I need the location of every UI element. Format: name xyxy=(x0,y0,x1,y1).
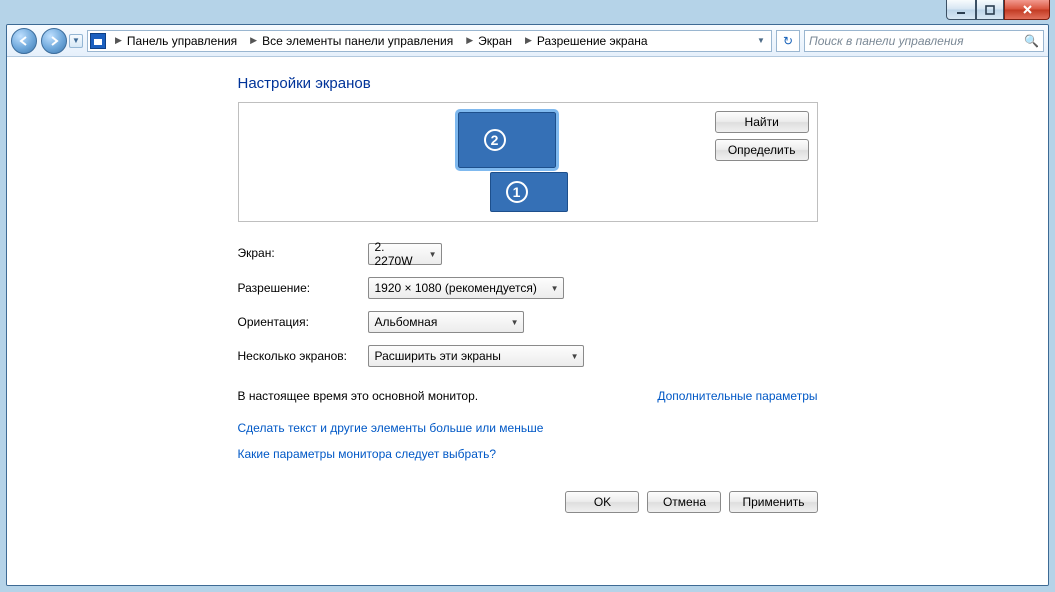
identify-button[interactable]: Определить xyxy=(715,139,809,161)
forward-button[interactable] xyxy=(41,28,67,54)
breadcrumb[interactable]: ▶Панель управления xyxy=(108,34,241,48)
monitor-number: 1 xyxy=(506,181,528,203)
explorer-window: ▼ ▶Панель управления ▶Все элементы панел… xyxy=(6,24,1049,586)
breadcrumb-label: Экран xyxy=(478,34,512,48)
chevron-down-icon: ▼ xyxy=(543,284,559,293)
breadcrumb-label: Разрешение экрана xyxy=(537,34,648,48)
settings-form: Экран: 2. 2270W▼ Разрешение: 1920 × 1080… xyxy=(238,240,818,367)
maximize-button[interactable] xyxy=(976,0,1004,20)
search-input[interactable]: Поиск в панели управления 🔍 xyxy=(804,30,1044,52)
breadcrumb[interactable]: ▶Все элементы панели управления xyxy=(243,34,457,48)
breadcrumb-label: Панель управления xyxy=(127,34,237,48)
toolbar: ▼ ▶Панель управления ▶Все элементы панел… xyxy=(7,25,1048,57)
control-panel-icon xyxy=(90,33,106,49)
arrow-left-icon xyxy=(18,35,30,47)
text-size-link[interactable]: Сделать текст и другие элементы больше и… xyxy=(238,421,818,435)
monitor-2[interactable]: 2 xyxy=(458,112,556,168)
multiple-displays-label: Несколько экранов: xyxy=(238,349,368,363)
address-bar[interactable]: ▶Панель управления ▶Все элементы панели … xyxy=(87,30,772,52)
breadcrumb-label: Все элементы панели управления xyxy=(262,34,453,48)
search-placeholder: Поиск в панели управления xyxy=(809,34,1024,48)
detect-button[interactable]: Найти xyxy=(715,111,809,133)
multiple-displays-select[interactable]: Расширить эти экраны▼ xyxy=(368,345,584,367)
chevron-down-icon: ▼ xyxy=(421,250,437,259)
monitor-number: 2 xyxy=(484,129,506,151)
close-icon xyxy=(1022,4,1033,15)
resolution-label: Разрешение: xyxy=(238,281,368,295)
refresh-button[interactable]: ↻ xyxy=(776,30,800,52)
window-controls xyxy=(946,0,1055,20)
primary-monitor-note: В настоящее время это основной монитор. xyxy=(238,389,479,403)
orientation-select[interactable]: Альбомная▼ xyxy=(368,311,524,333)
chevron-down-icon: ▼ xyxy=(563,352,579,361)
minimize-icon xyxy=(956,5,966,15)
refresh-icon: ↻ xyxy=(783,34,793,48)
advanced-settings-link[interactable]: Дополнительные параметры xyxy=(657,389,817,403)
monitor-1[interactable]: 1 xyxy=(490,172,568,212)
back-button[interactable] xyxy=(11,28,37,54)
page-title: Настройки экранов xyxy=(238,75,818,92)
content-area: Настройки экранов 2 1 Найти Определить xyxy=(7,57,1048,585)
history-dropdown-button[interactable]: ▼ xyxy=(69,34,83,48)
breadcrumb[interactable]: ▶Разрешение экрана xyxy=(518,34,652,48)
screen-select[interactable]: 2. 2270W▼ xyxy=(368,243,442,265)
close-button[interactable] xyxy=(1004,0,1050,20)
which-settings-link[interactable]: Какие параметры монитора следует выбрать… xyxy=(238,447,818,461)
search-icon: 🔍 xyxy=(1024,34,1039,48)
dialog-buttons: OK Отмена Применить xyxy=(238,491,818,513)
maximize-icon xyxy=(985,5,995,15)
address-dropdown-button[interactable]: ▼ xyxy=(753,31,769,51)
screen-label: Экран: xyxy=(238,246,368,260)
arrow-right-icon xyxy=(48,35,60,47)
cancel-button[interactable]: Отмена xyxy=(647,491,721,513)
orientation-label: Ориентация: xyxy=(238,315,368,329)
ok-button[interactable]: OK xyxy=(565,491,639,513)
breadcrumb[interactable]: ▶Экран xyxy=(459,34,516,48)
display-arrangement-panel[interactable]: 2 1 Найти Определить xyxy=(238,102,818,222)
resolution-select[interactable]: 1920 × 1080 (рекомендуется)▼ xyxy=(368,277,564,299)
monitor-layout: 2 1 xyxy=(448,112,608,212)
chevron-down-icon: ▼ xyxy=(503,318,519,327)
minimize-button[interactable] xyxy=(946,0,976,20)
apply-button[interactable]: Применить xyxy=(729,491,817,513)
